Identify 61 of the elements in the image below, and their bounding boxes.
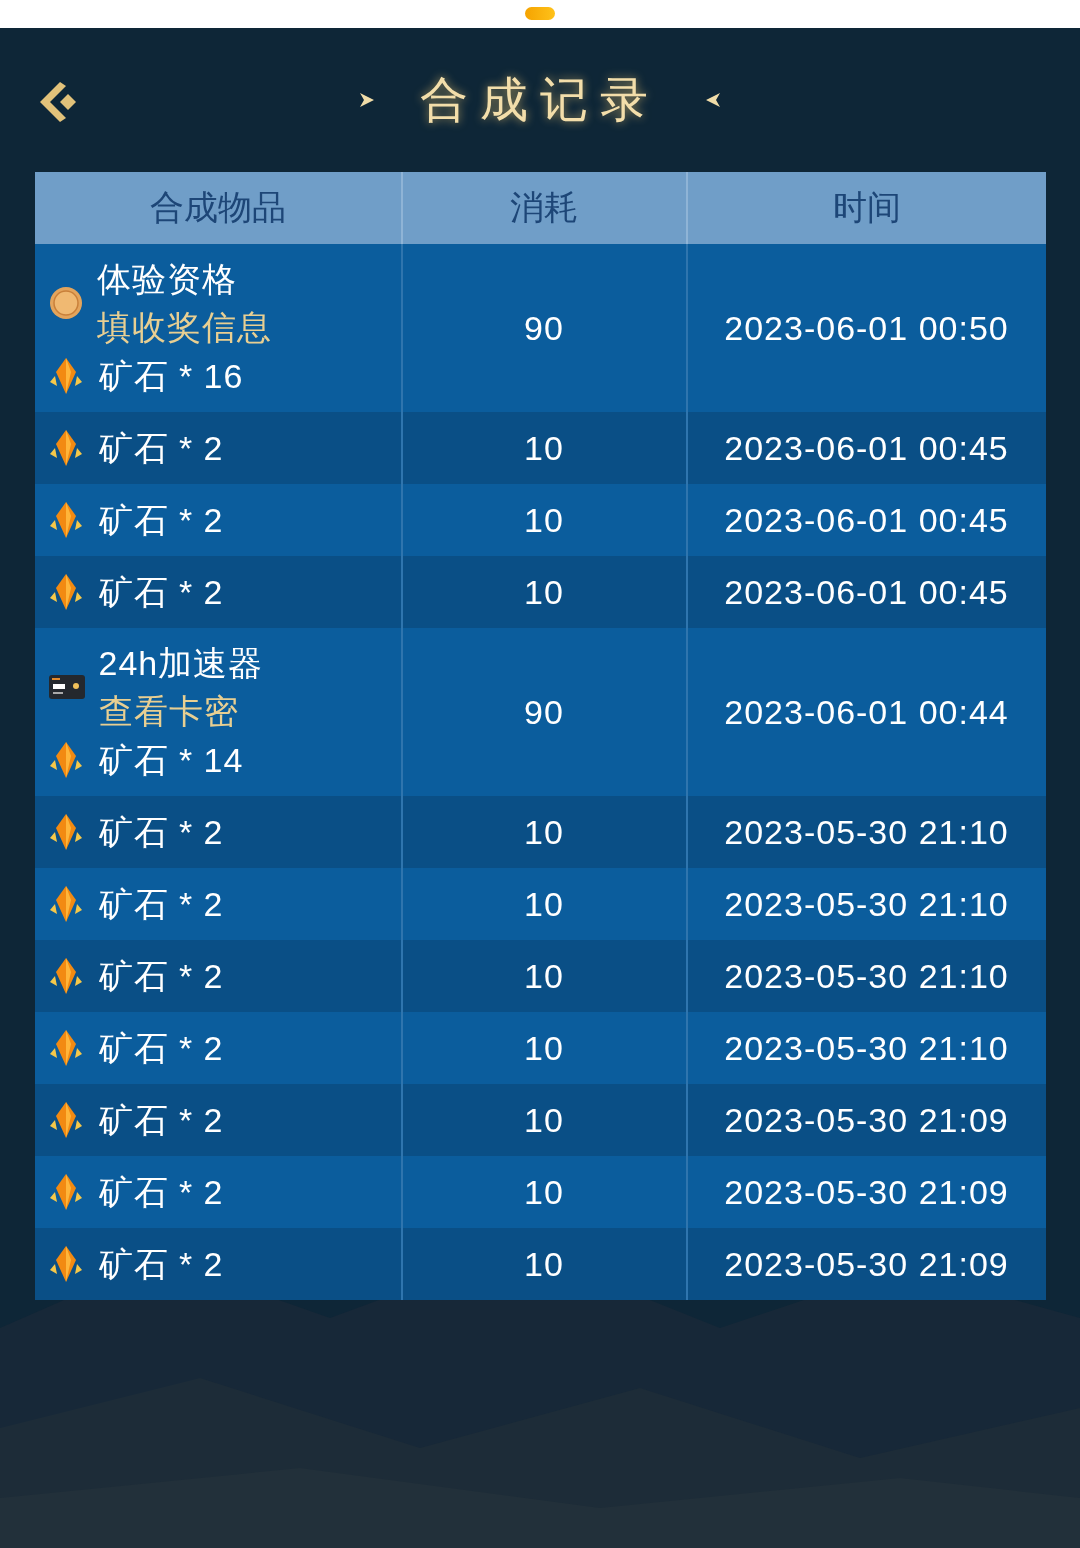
cost-cell: 10 bbox=[402, 1156, 688, 1228]
cost-cell: 10 bbox=[402, 796, 688, 868]
cost-cell: 10 bbox=[402, 1012, 688, 1084]
ore-amount: 矿石 * 14 bbox=[98, 741, 244, 779]
cost-cell: 10 bbox=[402, 1084, 688, 1156]
ore-amount: 矿石 * 2 bbox=[98, 573, 224, 611]
column-header: 时间 bbox=[687, 172, 1046, 244]
crystal-icon bbox=[48, 1172, 83, 1212]
time-cell: 2023-05-30 21:09 bbox=[687, 1228, 1046, 1300]
page-title: 合成记录 bbox=[420, 72, 660, 128]
crystal-icon bbox=[48, 572, 83, 612]
crystal-icon bbox=[48, 1028, 83, 1068]
ore-amount: 矿石 * 2 bbox=[98, 429, 224, 467]
cost-cell: 10 bbox=[402, 412, 688, 484]
ore-amount: 矿石 * 2 bbox=[98, 1029, 224, 1067]
time-cell: 2023-06-01 00:50 bbox=[687, 244, 1046, 412]
cost-cell: 10 bbox=[402, 556, 688, 628]
time-cell: 2023-06-01 00:44 bbox=[687, 628, 1046, 796]
column-header: 消耗 bbox=[402, 172, 688, 244]
time-cell: 2023-05-30 21:10 bbox=[687, 796, 1046, 868]
time-cell: 2023-05-30 21:10 bbox=[687, 940, 1046, 1012]
ore-amount: 矿石 * 2 bbox=[98, 813, 224, 851]
action-link[interactable]: 填收奖信息 bbox=[96, 308, 272, 346]
crystal-icon bbox=[48, 1244, 83, 1284]
ore-amount: 矿石 * 2 bbox=[98, 1101, 224, 1139]
crystal-icon bbox=[48, 356, 83, 396]
time-cell: 2023-05-30 21:09 bbox=[687, 1156, 1046, 1228]
time-cell: 2023-05-30 21:09 bbox=[687, 1084, 1046, 1156]
arrow-ornament-icon bbox=[358, 91, 376, 109]
ore-amount: 矿石 * 2 bbox=[98, 501, 224, 539]
time-cell: 2023-06-01 00:45 bbox=[687, 484, 1046, 556]
card-icon bbox=[48, 675, 85, 699]
status-pill bbox=[525, 7, 555, 20]
cost-cell: 90 bbox=[402, 628, 688, 796]
action-link[interactable]: 查看卡密 bbox=[98, 692, 264, 730]
ore-amount: 矿石 * 16 bbox=[98, 357, 244, 395]
crystal-icon bbox=[48, 740, 83, 780]
prize-name: 24h加速器 bbox=[98, 644, 264, 682]
time-cell: 2023-06-01 00:45 bbox=[687, 556, 1046, 628]
column-header: 合成物品 bbox=[34, 172, 403, 244]
ore-amount: 矿石 * 2 bbox=[98, 957, 224, 995]
cost-cell: 10 bbox=[402, 868, 688, 940]
ore-amount: 矿石 * 2 bbox=[98, 885, 224, 923]
crystal-icon bbox=[48, 428, 83, 468]
crystal-icon bbox=[48, 884, 83, 924]
crystal-icon bbox=[48, 812, 83, 852]
crystal-icon bbox=[48, 500, 83, 540]
time-cell: 2023-06-01 00:45 bbox=[687, 412, 1046, 484]
ore-amount: 矿石 * 2 bbox=[98, 1173, 224, 1211]
crystal-icon bbox=[48, 956, 83, 996]
cost-cell: 90 bbox=[402, 244, 688, 412]
prize-name: 体验资格 bbox=[96, 260, 238, 298]
time-cell: 2023-05-30 21:10 bbox=[687, 1012, 1046, 1084]
cost-cell: 10 bbox=[402, 940, 688, 1012]
cost-cell: 10 bbox=[402, 484, 688, 556]
crystal-icon bbox=[48, 1100, 83, 1140]
arrow-ornament-icon bbox=[704, 91, 722, 109]
badge-icon bbox=[48, 286, 83, 320]
ore-amount: 矿石 * 2 bbox=[98, 1245, 224, 1283]
time-cell: 2023-05-30 21:10 bbox=[687, 868, 1046, 940]
cost-cell: 10 bbox=[402, 1228, 688, 1300]
